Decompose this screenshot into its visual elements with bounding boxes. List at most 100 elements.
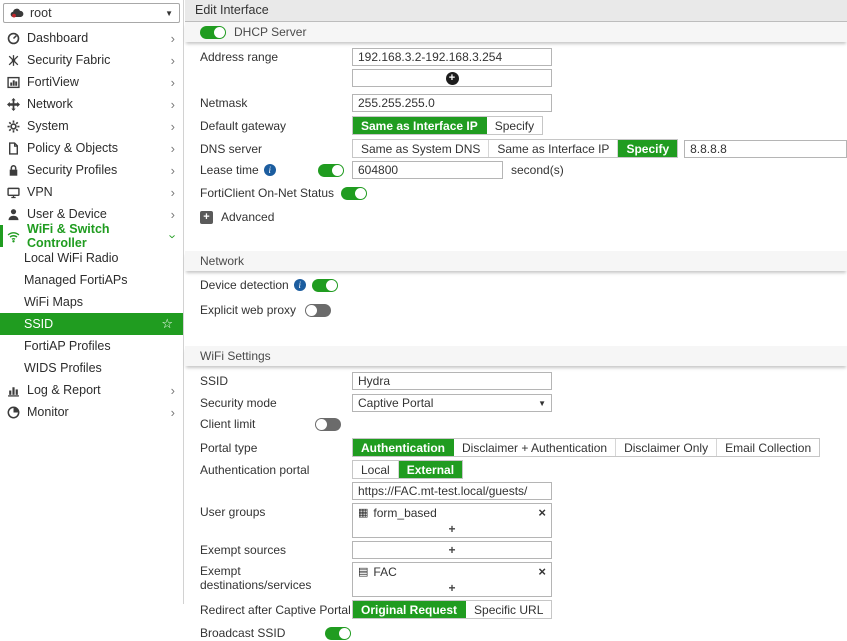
sidebar-item-system[interactable]: System › [0,115,183,137]
sidebar-item-label: WiFi & Switch Controller [27,222,164,250]
wifi-icon [7,230,20,243]
sidebar-item-label: FortiAP Profiles [24,339,111,353]
dns-server-input[interactable]: 8.8.8.8 [684,140,847,158]
auth-portal-url-value: https://FAC.mt-test.local/guests/ [358,484,527,498]
sidebar-item-local-wifi-radio[interactable]: Local WiFi Radio [0,247,183,269]
portal-type-label: Portal type [200,441,352,455]
gateway-same-as-interface-button[interactable]: Same as Interface IP [353,117,487,134]
auth-portal-external-button[interactable]: External [399,461,462,478]
auth-portal-local-button[interactable]: Local [353,461,399,478]
address-range-value: 192.168.3.2-192.168.3.254 [358,50,502,64]
dhcp-server-section-header: DHCP Server [185,22,847,42]
add-user-group-button[interactable]: + [353,521,551,537]
forticlient-onnet-label: FortiClient On-Net Status [200,186,334,200]
chevron-right-icon: › [171,384,175,397]
client-limit-toggle[interactable] [315,418,341,431]
caret-down-icon: ▼ [538,399,546,408]
dhcp-server-toggle[interactable] [200,26,226,39]
sidebar-item-label: System [27,119,69,133]
gauge-icon [7,32,20,45]
auth-portal-url-input[interactable]: https://FAC.mt-test.local/guests/ [352,482,552,500]
default-gateway-segmented: Same as Interface IP Specify [352,116,543,135]
sidebar: root ▼ Dashboard › Security Fabric › For… [0,0,184,604]
lease-time-toggle[interactable] [318,164,344,177]
sidebar-item-label: Managed FortiAPs [24,273,128,287]
sidebar-item-label: Log & Report [27,383,101,397]
portal-authentication-button[interactable]: Authentication [353,439,454,456]
security-mode-select[interactable]: Captive Portal ▼ [352,394,552,412]
sidebar-item-ssid[interactable]: SSID ☆ [0,313,183,335]
lease-time-value: 604800 [358,163,398,177]
main-panel: Edit Interface DHCP Server Address range… [185,0,847,604]
policy-icon [7,142,20,155]
chevron-right-icon: › [171,164,175,177]
portal-disclaimer-auth-button[interactable]: Disclaimer + Authentication [454,439,616,456]
user-groups-listbox: ▦ form_based × + [352,503,552,538]
log-report-icon [7,384,20,397]
sidebar-item-policy-objects[interactable]: Policy & Objects › [0,137,183,159]
sidebar-item-managed-fortiaps[interactable]: Managed FortiAPs [0,269,183,291]
vdom-selector[interactable]: root ▼ [3,3,180,23]
vdom-label: root [30,6,52,20]
dns-same-as-interface-button[interactable]: Same as Interface IP [489,140,618,157]
gateway-specify-button[interactable]: Specify [487,117,542,134]
sidebar-item-monitor[interactable]: Monitor › [0,401,183,423]
star-icon[interactable]: ☆ [161,316,173,332]
redirect-label: Redirect after Captive Portal [200,603,352,617]
wifi-form: SSID Hydra Security mode Captive Portal … [185,366,847,641]
chevron-right-icon: › [171,406,175,419]
info-icon: i [294,279,306,291]
sidebar-item-label: VPN [27,185,53,199]
sidebar-item-security-profiles[interactable]: Security Profiles › [0,159,183,181]
dns-same-as-system-button[interactable]: Same as System DNS [353,140,489,157]
sidebar-nav: Dashboard › Security Fabric › FortiView … [0,27,183,423]
lease-time-input[interactable]: 604800 [352,161,503,179]
address-range-input[interactable]: 192.168.3.2-192.168.3.254 [352,48,552,66]
user-group-tag[interactable]: ▦ form_based × [353,504,551,521]
dns-server-label: DNS server [200,142,352,156]
sidebar-item-wifi-maps[interactable]: WiFi Maps [0,291,183,313]
chevron-right-icon: › [171,142,175,155]
netmask-input[interactable]: 255.255.255.0 [352,94,552,112]
auth-portal-label: Authentication portal [200,463,352,477]
security-mode-value: Captive Portal [358,396,433,410]
sidebar-item-security-fabric[interactable]: Security Fabric › [0,49,183,71]
sidebar-item-label: FortiView [27,75,79,89]
chevron-right-icon: › [171,120,175,133]
vdom-cloud-icon [10,7,24,19]
lease-time-unit: second(s) [511,163,564,177]
sidebar-item-fortiap-profiles[interactable]: FortiAP Profiles [0,335,183,357]
network-form: Device detection i Explicit web proxy [185,271,847,318]
device-detection-toggle[interactable] [312,279,338,292]
add-address-range-button[interactable]: + [352,69,552,87]
sidebar-item-label: Dashboard [27,31,88,45]
sidebar-item-vpn[interactable]: VPN › [0,181,183,203]
ssid-value: Hydra [358,374,390,388]
sidebar-item-network[interactable]: Network › [0,93,183,115]
add-exempt-source-button[interactable]: + [353,542,551,558]
sidebar-item-fortiview[interactable]: FortiView › [0,71,183,93]
broadcast-ssid-toggle[interactable] [325,627,351,640]
advanced-label[interactable]: Advanced [221,210,274,224]
portal-disclaimer-only-button[interactable]: Disclaimer Only [616,439,717,456]
sidebar-item-wids-profiles[interactable]: WIDS Profiles [0,357,183,379]
exempt-destination-tag[interactable]: ▤ FAC × [353,563,551,580]
portal-type-segmented: Authentication Disclaimer + Authenticati… [352,438,820,457]
remove-icon[interactable]: × [538,565,546,578]
dhcp-server-section-label: DHCP Server [234,25,306,39]
expand-plus-icon[interactable]: + [200,211,213,224]
ssid-input[interactable]: Hydra [352,372,552,390]
remove-icon[interactable]: × [538,506,546,519]
sidebar-item-dashboard[interactable]: Dashboard › [0,27,183,49]
portal-email-collection-button[interactable]: Email Collection [717,439,819,456]
sidebar-item-label: Security Profiles [27,163,117,177]
sidebar-item-log-report[interactable]: Log & Report › [0,379,183,401]
forticlient-onnet-toggle[interactable] [341,187,367,200]
dns-specify-button[interactable]: Specify [618,140,677,157]
exempt-destinations-label: Exempt destinations/services [200,564,352,592]
network-section-label: Network [200,254,244,268]
netmask-value: 255.255.255.0 [358,96,435,110]
explicit-web-proxy-toggle[interactable] [305,304,331,317]
sidebar-item-wifi-switch-controller[interactable]: WiFi & Switch Controller › [0,225,183,247]
add-exempt-destination-button[interactable]: + [353,580,551,596]
